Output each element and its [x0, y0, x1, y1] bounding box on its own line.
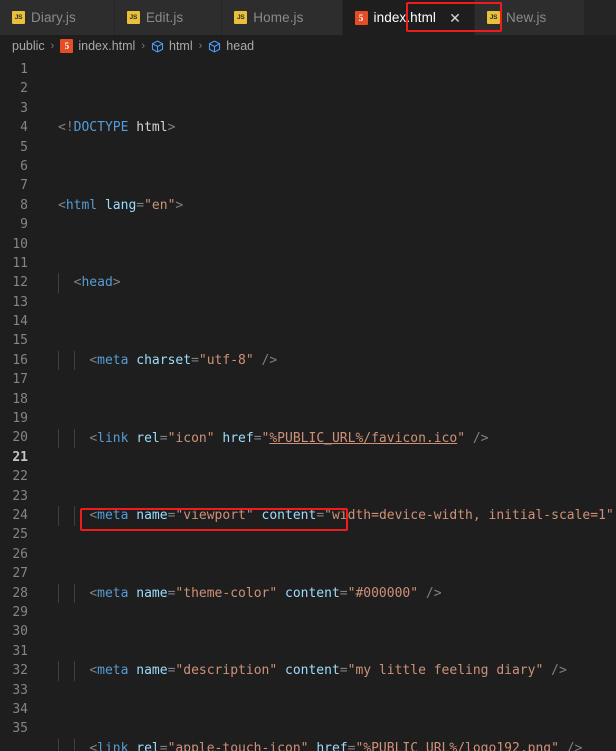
chevron-right-icon: › [198, 40, 203, 52]
breadcrumb: public › 5 index.html › html › head [0, 35, 616, 57]
line-number: 32 [12, 663, 28, 679]
breadcrumb-item-html[interactable]: html [149, 39, 195, 53]
line-number: 9 [20, 217, 28, 233]
editor-tab-label: Home.js [253, 10, 304, 25]
editor-tab-index-html[interactable]: 5 index.html ✕ [342, 0, 476, 35]
line-number: 20 [12, 430, 28, 446]
line-number: 1 [20, 62, 28, 77]
line-number: 31 [12, 643, 28, 659]
line-number: 18 [12, 391, 28, 407]
line-number: 29 [12, 604, 28, 620]
code-line: <link rel="apple-touch-icon" href="%PUBL… [48, 739, 616, 751]
breadcrumb-label: public [12, 39, 45, 53]
line-number-gutter: 1 2 3 4 5 6 7 8 9 10 11 12 13 14 15 16 1… [0, 57, 48, 751]
line-number: 12 [12, 275, 28, 291]
code-line: <meta charset="utf-8" /> [48, 351, 616, 371]
code-line: <!DOCTYPE html> [58, 120, 176, 136]
breadcrumb-label: index.html [78, 39, 136, 53]
line-number: 23 [12, 488, 28, 504]
editor-tab-label: New.js [506, 10, 547, 25]
line-number: 28 [12, 585, 28, 601]
editor-tab-diary-js[interactable]: JS Diary.js ✕ [0, 0, 115, 35]
symbol-cube-icon [208, 39, 221, 53]
code-line: <link rel="icon" href="%PUBLIC_URL%/favi… [48, 428, 616, 449]
editor-tab-label: index.html [373, 10, 437, 25]
editor-tab-new-js[interactable]: JS New.js ✕ [475, 0, 586, 35]
close-icon[interactable]: ✕ [448, 11, 462, 25]
editor-tab-bar: JS Diary.js ✕ JS Edit.js ✕ JS Home.js ✕ … [0, 0, 616, 35]
line-number: 11 [12, 255, 28, 271]
breadcrumb-label: head [226, 39, 255, 53]
html5-file-icon: 5 [354, 10, 368, 25]
line-number: 15 [12, 333, 28, 349]
breadcrumb-item-index-html[interactable]: 5 index.html [58, 39, 137, 53]
js-file-icon: JS [126, 11, 140, 24]
line-number: 30 [12, 624, 28, 640]
line-number: 10 [12, 236, 28, 252]
line-number: 27 [12, 566, 28, 582]
code-line: <meta name="viewport" content="width=dev… [48, 506, 616, 526]
breadcrumb-label: html [169, 39, 193, 53]
code-line: <head> [48, 273, 616, 293]
line-number: 3 [20, 100, 28, 116]
editor-tab-edit-js[interactable]: JS Edit.js ✕ [114, 0, 223, 35]
js-file-icon: JS [487, 11, 501, 24]
line-number: 17 [12, 372, 28, 388]
html5-file-icon: 5 [60, 39, 74, 53]
code-line: <meta name="description" content="my lit… [48, 661, 616, 681]
breadcrumb-item-head[interactable]: head [206, 39, 256, 53]
editor-tab-label: Edit.js [145, 10, 184, 25]
line-number: 7 [20, 178, 28, 194]
code-line: <html lang="en"> [58, 197, 184, 213]
code-line: <meta name="theme-color" content="#00000… [48, 583, 616, 604]
line-number: 22 [12, 469, 28, 485]
line-number: 26 [12, 546, 28, 562]
line-number: 35 [12, 721, 28, 737]
line-number: 33 [12, 682, 28, 698]
js-file-icon: JS [12, 11, 25, 24]
line-number: 14 [12, 314, 28, 330]
line-number: 34 [12, 701, 28, 717]
line-number: 6 [20, 158, 28, 174]
line-number: 24 [12, 507, 28, 523]
js-file-icon: JS [234, 11, 248, 24]
line-number: 19 [12, 411, 28, 427]
line-number: 8 [20, 197, 28, 213]
chevron-right-icon: › [50, 40, 55, 52]
code-editor[interactable]: 1 2 3 4 5 6 7 8 9 10 11 12 13 14 15 16 1… [0, 57, 616, 751]
vscode-window: JS Diary.js ✕ JS Edit.js ✕ JS Home.js ✕ … [0, 0, 616, 751]
code-content[interactable]: <!DOCTYPE html> <html lang="en"> <head> … [48, 57, 616, 751]
line-number: 4 [20, 120, 28, 136]
editor-tab-label: Diary.js [31, 10, 76, 25]
chevron-right-icon: › [141, 40, 145, 52]
symbol-cube-icon [151, 39, 164, 53]
editor-tab-home-js[interactable]: JS Home.js ✕ [222, 0, 343, 35]
line-number: 13 [12, 294, 28, 310]
line-number-active: 21 [12, 449, 28, 465]
line-number: 2 [20, 81, 28, 97]
breadcrumb-item-public[interactable]: public [10, 39, 47, 53]
line-number: 16 [12, 352, 28, 368]
line-number: 5 [20, 139, 28, 155]
line-number: 25 [12, 527, 28, 543]
